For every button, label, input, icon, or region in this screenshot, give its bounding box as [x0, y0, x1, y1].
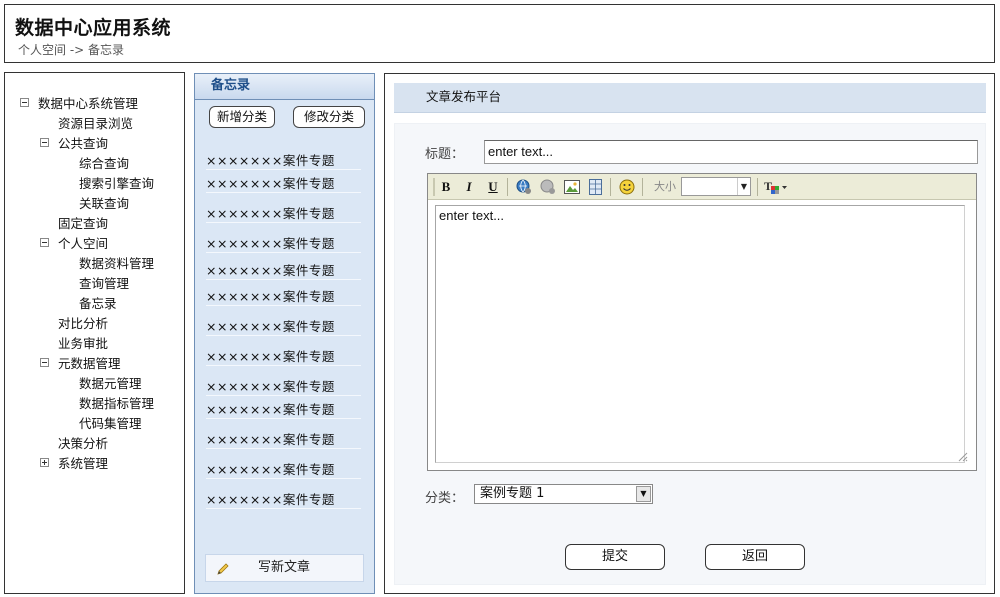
add-category-button[interactable]: 新增分类 [209, 106, 275, 128]
memo-list-item[interactable]: ×××××××案件专题 [206, 173, 361, 193]
tree-item-personal-space[interactable]: 个人空间 [58, 233, 108, 252]
tree-item-resource-catalog[interactable]: 资源目录浏览 [58, 113, 133, 132]
tree-item-memo[interactable]: 备忘录 [79, 293, 117, 312]
chevron-down-icon: ▼ [737, 178, 750, 195]
svg-text:T: T [764, 179, 772, 193]
tree-item-public-query[interactable]: 公共查询 [58, 133, 108, 152]
memo-list-item[interactable]: ×××××××案件专题 [206, 399, 361, 419]
memo-list-item[interactable]: ×××××××案件专题 [206, 429, 361, 449]
resize-handle-icon[interactable] [956, 450, 968, 462]
panel-title: 文章发布平台 [394, 83, 986, 113]
collapse-toggle-icon[interactable] [40, 358, 49, 367]
emoticon-icon[interactable] [618, 178, 636, 196]
link-icon[interactable] [515, 178, 533, 196]
category-select-value: 案例专题 1 [480, 486, 545, 501]
memo-list-item[interactable]: ×××××××案件专题 [206, 233, 361, 253]
tree-item-metadata[interactable]: 元数据管理 [58, 353, 121, 372]
memo-list-item[interactable]: ×××××××案件专题 [206, 286, 361, 306]
title-input[interactable]: enter text... [484, 140, 978, 164]
tree-item-query-management[interactable]: 查询管理 [79, 273, 129, 292]
font-size-select[interactable]: ▼ [681, 177, 751, 196]
article-panel: 文章发布平台 标题： enter text... B I U 大小 ▼ T en… [384, 73, 995, 594]
write-new-article-label: 写新文章 [258, 560, 311, 575]
memo-list-item[interactable]: ×××××××案件专题 [206, 150, 361, 170]
tree-item-code-set[interactable]: 代码集管理 [79, 413, 142, 432]
tree-item-data-element[interactable]: 数据元管理 [79, 373, 142, 392]
memo-list-item[interactable]: ×××××××案件专题 [206, 489, 361, 509]
memo-title: 备忘录 [195, 74, 374, 100]
image-icon[interactable] [563, 178, 581, 196]
bold-button[interactable]: B [437, 178, 455, 196]
collapse-toggle-icon[interactable] [20, 98, 29, 107]
pencil-icon [217, 563, 229, 575]
category-label: 分类： [425, 491, 465, 506]
memo-list-item[interactable]: ×××××××案件专题 [206, 260, 361, 280]
category-select[interactable]: 案例专题 1 ▼ [474, 484, 653, 504]
underline-button[interactable]: U [484, 178, 502, 196]
tree-item-decision[interactable]: 决策分析 [58, 433, 108, 452]
tree-item-comprehensive-query[interactable]: 综合查询 [79, 153, 129, 172]
breadcrumb: 个人空间 -> 备忘录 [18, 43, 125, 57]
editor-content-area[interactable]: enter text... [435, 205, 965, 463]
tree-item-system-management[interactable]: 系统管理 [58, 453, 108, 472]
tree-item-search-engine-query[interactable]: 搜索引擎查询 [79, 173, 154, 192]
chevron-down-icon: ▼ [636, 486, 651, 502]
memo-list-item[interactable]: ×××××××案件专题 [206, 203, 361, 223]
memo-list-item[interactable]: ×××××××案件专题 [206, 459, 361, 479]
collapse-toggle-icon[interactable] [40, 138, 49, 147]
back-button[interactable]: 返回 [705, 544, 805, 570]
tree-item-data-indicator[interactable]: 数据指标管理 [79, 393, 154, 412]
memo-list-item[interactable]: ×××××××案件专题 [206, 376, 361, 396]
memo-list-item[interactable]: ×××××××案件专题 [206, 316, 361, 336]
font-size-label: 大小 [654, 180, 676, 193]
table-icon[interactable] [587, 178, 605, 196]
tree-item-related-query[interactable]: 关联查询 [79, 193, 129, 212]
italic-button[interactable]: I [460, 178, 478, 196]
unlink-icon[interactable] [539, 178, 557, 196]
rich-text-editor: B I U 大小 ▼ T enter text... [427, 173, 977, 471]
app-header: 数据中心应用系统 个人空间 -> 备忘录 [4, 4, 995, 63]
write-new-article-button[interactable]: 写新文章 [205, 554, 364, 582]
collapse-toggle-icon[interactable] [40, 238, 49, 247]
submit-button[interactable]: 提交 [565, 544, 665, 570]
edit-category-button[interactable]: 修改分类 [293, 106, 365, 128]
text-color-icon[interactable]: T [763, 178, 789, 196]
editor-toolbar: B I U 大小 ▼ T [428, 174, 976, 200]
tree-item-comparison[interactable]: 对比分析 [58, 313, 108, 332]
memo-panel: 备忘录 新增分类 修改分类 ×××××××案件专题 ×××××××案件专题 ××… [194, 73, 375, 594]
expand-toggle-icon[interactable] [40, 458, 49, 467]
title-label: 标题： [425, 147, 465, 162]
app-title: 数据中心应用系统 [15, 17, 172, 39]
tree-item-data-material[interactable]: 数据资料管理 [79, 253, 154, 272]
memo-list-item[interactable]: ×××××××案件专题 [206, 346, 361, 366]
tree-item-approval[interactable]: 业务审批 [58, 333, 108, 352]
tree-item-fixed-query[interactable]: 固定查询 [58, 213, 108, 232]
nav-tree: 数据中心系统管理 资源目录浏览 公共查询 综合查询 搜索引擎查询 关联查询 固定… [4, 72, 185, 594]
tree-item-data-center[interactable]: 数据中心系统管理 [38, 93, 138, 112]
